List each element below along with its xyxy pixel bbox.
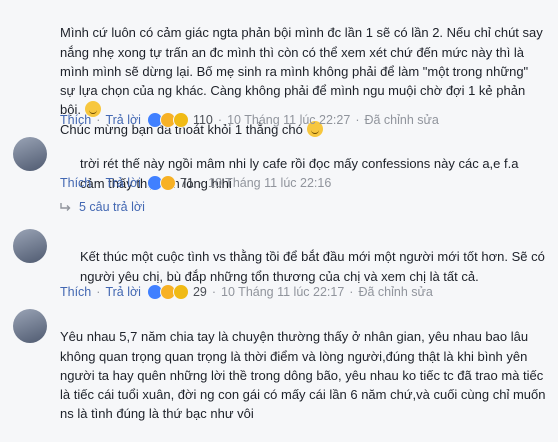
comment-actions: Thích · Trả lời 29 · 10 Tháng 11 lúc 22:… xyxy=(60,284,433,300)
timestamp[interactable]: 10 Tháng 11 lúc 22:27 xyxy=(227,113,350,127)
like-link[interactable]: Thích xyxy=(60,176,91,190)
reaction-icons[interactable] xyxy=(146,284,189,300)
reaction-count[interactable]: 29 xyxy=(193,285,207,299)
sad-reaction-icon xyxy=(172,284,189,300)
comment-actions: Thích · Trả lời 110 · 10 Tháng 11 lúc 22… xyxy=(60,112,439,128)
edited-label[interactable]: Đã chỉnh sửa xyxy=(364,113,438,127)
reaction-count[interactable]: 110 xyxy=(193,113,213,127)
reply-link[interactable]: Trả lời xyxy=(105,176,141,190)
reply-arrow-icon xyxy=(60,202,71,211)
reply-link[interactable]: Trả lời xyxy=(105,285,141,299)
reply-link[interactable]: Trả lời xyxy=(105,113,141,127)
comment-body: Yêu nhau 5,7 năm chia tay là chuyện thườ… xyxy=(60,308,546,424)
comment-body: Kết thúc một cuộc tình vs thằng tồi để b… xyxy=(80,228,546,286)
timestamp[interactable]: 10 Tháng 11 lúc 22:17 xyxy=(221,285,344,299)
comment-thread: Mình cứ luôn có cảm giác ngta phản bội m… xyxy=(0,0,558,442)
comment-actions: Thích · Trả lời 71 · 10 Tháng 11 lúc 22:… xyxy=(60,175,332,191)
replies-count[interactable]: 5 câu trả lời xyxy=(79,200,145,214)
avatar[interactable] xyxy=(13,229,47,263)
comment-text: Kết thúc một cuộc tình vs thằng tồi để b… xyxy=(80,249,545,284)
timestamp[interactable]: 10 Tháng 11 lúc 22:16 xyxy=(208,176,331,190)
edited-label[interactable]: Đã chỉnh sửa xyxy=(358,285,432,299)
reaction-icons[interactable] xyxy=(146,175,176,191)
sad-reaction-icon xyxy=(172,112,189,128)
like-link[interactable]: Thích xyxy=(60,113,91,127)
like-link[interactable]: Thích xyxy=(60,285,91,299)
avatar[interactable] xyxy=(13,309,47,343)
reaction-count[interactable]: 71 xyxy=(180,176,194,190)
haha-reaction-icon xyxy=(159,175,176,191)
view-replies-link[interactable]: 5 câu trả lời xyxy=(60,200,145,214)
comment-text: Mình cứ luôn có cảm giác ngta phản bội m… xyxy=(60,25,543,118)
reaction-icons[interactable] xyxy=(146,112,189,128)
avatar[interactable] xyxy=(13,137,47,171)
comment-text: Yêu nhau 5,7 năm chia tay là chuyện thườ… xyxy=(60,329,546,422)
